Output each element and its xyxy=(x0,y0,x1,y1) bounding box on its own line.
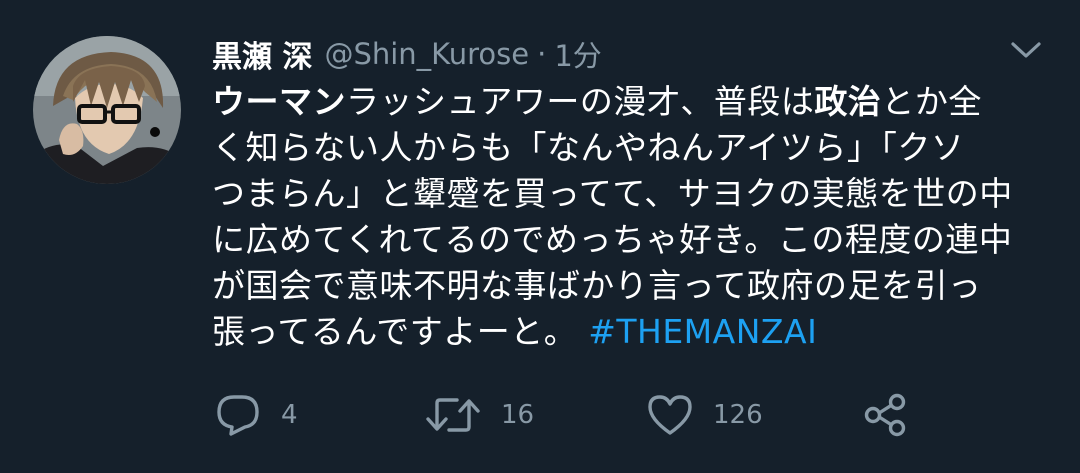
display-name[interactable]: 黒瀬 深 xyxy=(212,32,312,76)
tweet[interactable]: 黒瀬 深 @Shin_Kurose · 1分 ウーマンラッシュアワーの漫才、普段… xyxy=(0,0,1080,473)
reply-count: 4 xyxy=(281,400,298,430)
reply-icon xyxy=(217,395,259,436)
tweet-text-line: 張ってるんですよーと。 #THEMANZAI xyxy=(212,309,1042,355)
share-button[interactable] xyxy=(862,392,908,438)
retweet-icon xyxy=(426,398,480,432)
bold-text: 政治 xyxy=(814,82,882,121)
reply-button[interactable]: 4 xyxy=(215,392,298,438)
tweet-text-line: つまらん」と顰蹙を買ってて、サヨクの実態を世の中 xyxy=(212,174,1013,213)
share-icon xyxy=(864,393,906,437)
tweet-text-line: が国会で意味不明な事ばかり言って政府の足を引っ xyxy=(212,266,982,305)
bold-text: ウーマン xyxy=(212,82,346,121)
tweet-header: 黒瀬 深 @Shin_Kurose · 1分 xyxy=(212,30,602,78)
tweet-text-line: に広めてくれてるのでめっちゃ好き。この程度の連中 xyxy=(212,220,1013,259)
avatar[interactable] xyxy=(33,36,181,184)
text-span: とか全 xyxy=(881,82,982,121)
text-span: 張ってるんですよーと。 xyxy=(212,312,589,351)
chevron-down-icon xyxy=(1011,42,1041,58)
timestamp[interactable]: 1分 xyxy=(554,33,601,75)
tweet-text: ウーマンラッシュアワーの漫才、普段は政治とか全 く知らない人からも「なんやねんア… xyxy=(212,79,1042,355)
heart-icon xyxy=(648,395,692,435)
retweet-count: 16 xyxy=(501,400,535,430)
tweet-text-line: く知らない人からも「なんやねんアイツら」「クソ xyxy=(212,128,965,167)
tweet-actions: 4 16 126 xyxy=(0,386,1080,446)
hashtag-link[interactable]: #THEMANZAI xyxy=(588,312,817,351)
tweet-text-line: ウーマンラッシュアワーの漫才、普段は政治とか全 xyxy=(212,79,1042,125)
separator-dot: · xyxy=(537,37,547,71)
like-count: 126 xyxy=(713,400,763,430)
user-handle[interactable]: @Shin_Kurose xyxy=(324,37,529,71)
like-button[interactable]: 126 xyxy=(647,392,763,438)
text-span: ラッシュアワーの漫才、普段は xyxy=(346,82,815,121)
more-options-button[interactable] xyxy=(1004,34,1048,66)
avatar-image xyxy=(33,36,181,184)
retweet-button[interactable]: 16 xyxy=(425,392,534,438)
